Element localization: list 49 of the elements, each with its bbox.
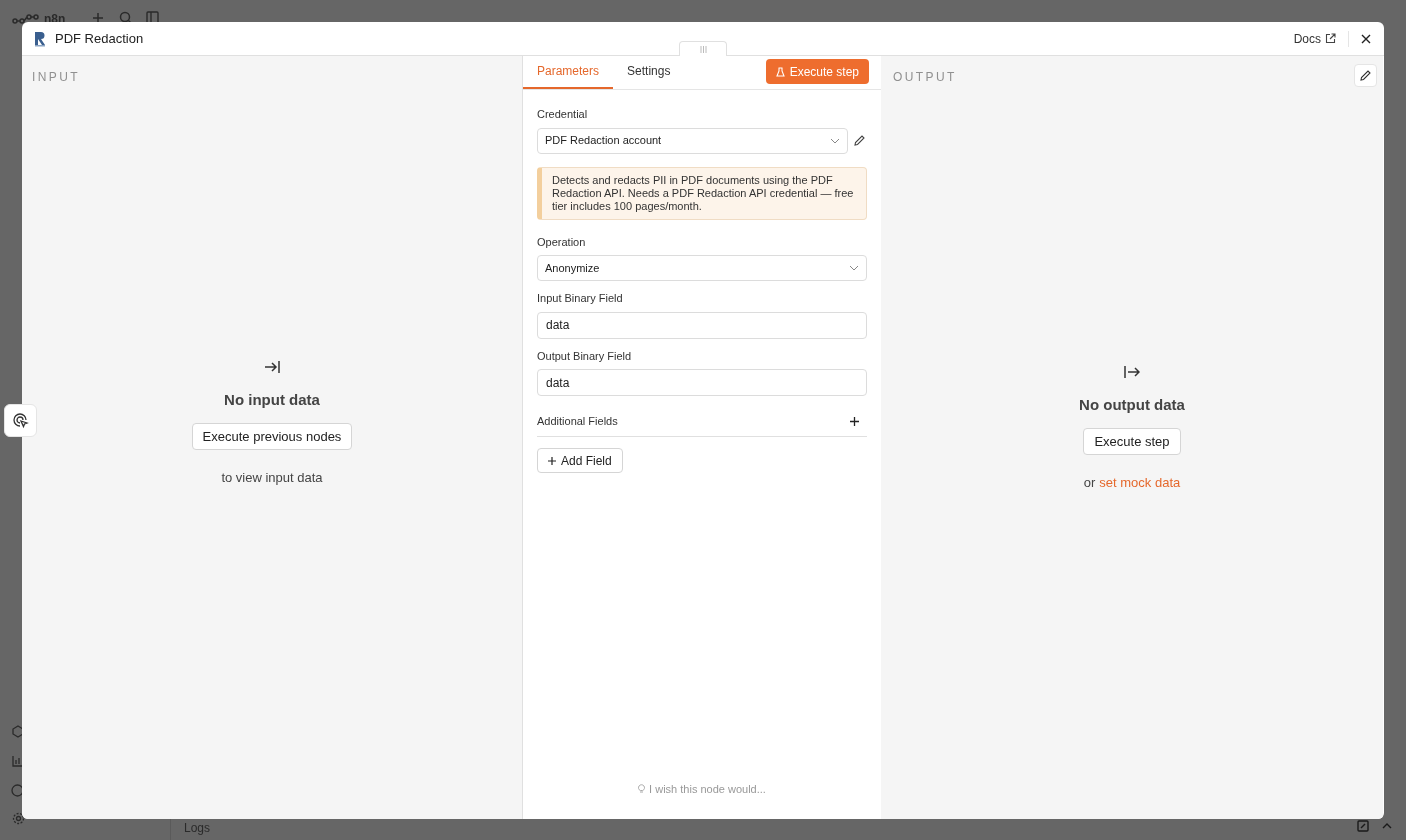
grip-icon (699, 45, 707, 53)
close-icon[interactable] (1361, 33, 1371, 44)
select-field[interactable]: Anonymize (537, 255, 867, 281)
input-arrow-icon (264, 359, 280, 374)
docs-link[interactable]: Docs (1293, 29, 1336, 48)
input-field[interactable]: data (537, 369, 867, 396)
panel-heading: OUTPUT (892, 69, 958, 86)
add-icon[interactable] (850, 416, 859, 426)
pointer-icon (12, 412, 29, 429)
add-field-button[interactable]: Add Field (537, 448, 623, 473)
panel-icon[interactable] (146, 11, 159, 24)
cube-icon[interactable] (12, 725, 24, 738)
node-logo-icon (33, 30, 47, 47)
field-label: Output Binary Field (537, 348, 633, 364)
select-field[interactable]: PDF Redaction account (537, 127, 848, 154)
pencil-icon (1360, 70, 1371, 81)
lightbulb-icon (638, 783, 646, 794)
hint-text: to view input data (221, 469, 323, 487)
output-arrow-icon (1124, 364, 1140, 379)
execute-button[interactable]: Execute step (1083, 428, 1181, 455)
add-icon[interactable] (92, 12, 104, 24)
chevron-down-icon (849, 265, 859, 271)
plus-icon (548, 456, 556, 465)
window-title: PDF Redaction (55, 29, 144, 48)
field-label: Input Binary Field (537, 291, 624, 306)
field-label: Operation (537, 234, 587, 250)
field-label: Credential (537, 107, 589, 122)
notice: Detects and redacts PII in PDF documents using the PDF Redaction API. Needs a PDF Redaction API credential — free tier includes 100 pages/month. (537, 166, 867, 220)
node-creator-button[interactable] (4, 404, 37, 437)
empty-title: No input data (224, 389, 320, 410)
popout-icon[interactable] (1357, 820, 1369, 832)
edit-button[interactable] (1354, 64, 1377, 87)
input-field[interactable]: data (537, 311, 867, 339)
chart-icon[interactable] (12, 755, 24, 767)
external-link-icon (1325, 33, 1336, 44)
logo-icon (12, 12, 40, 26)
chevron-up-icon[interactable] (1382, 823, 1392, 829)
drag-handle[interactable] (679, 41, 727, 56)
pencil-icon[interactable] (854, 135, 865, 146)
chevron-down-icon (830, 137, 840, 144)
flask-icon (775, 66, 785, 77)
empty-title: No output data (1079, 394, 1185, 415)
hint-text: or (1083, 474, 1096, 492)
execute-button[interactable]: Execute previous nodes (191, 423, 353, 450)
field-label: Additional Fields (537, 413, 619, 429)
panel-heading: INPUT (31, 69, 81, 86)
panel-title: Logs (184, 820, 211, 837)
tab[interactable]: Settings (613, 55, 685, 89)
search-icon[interactable] (119, 11, 132, 24)
